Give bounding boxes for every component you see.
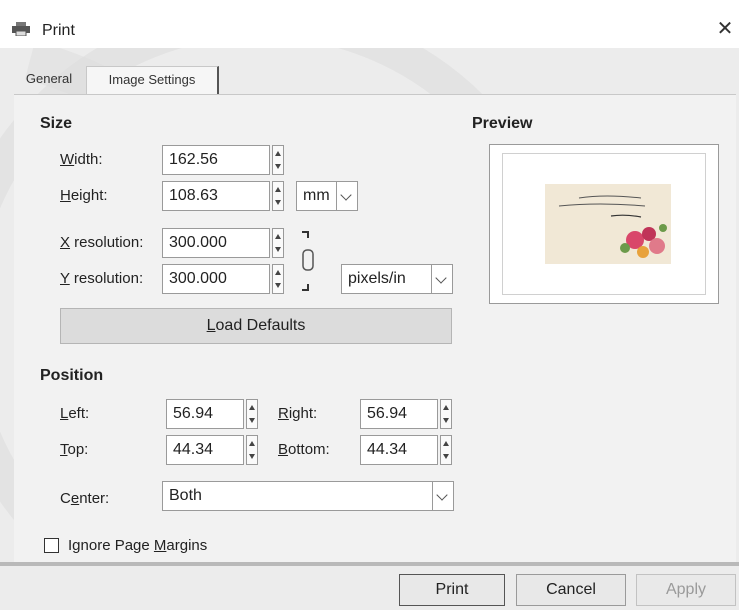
width-input[interactable]: 162.56 xyxy=(162,145,270,175)
center-label: Center: xyxy=(60,490,110,507)
resolution-unit-value: pixels/in xyxy=(348,270,406,287)
top-input[interactable]: 44.34 xyxy=(166,435,244,465)
x-resolution-spinner[interactable] xyxy=(272,228,284,258)
preview-page xyxy=(502,153,706,295)
center-value: Both xyxy=(169,487,202,504)
y-resolution-input[interactable]: 300.000 xyxy=(162,264,270,294)
print-button[interactable]: Print xyxy=(399,574,505,606)
apply-button[interactable]: Apply xyxy=(636,574,736,606)
close-icon[interactable]: ✕ xyxy=(717,18,734,40)
bottom-spinner[interactable] xyxy=(440,435,452,465)
chain-link-icon[interactable] xyxy=(298,230,318,292)
preview-thumbnail xyxy=(545,184,671,264)
size-unit-select[interactable]: mm xyxy=(296,181,358,211)
x-resolution-input[interactable]: 300.000 xyxy=(162,228,270,258)
left-input[interactable]: 56.94 xyxy=(166,399,244,429)
bottom-input[interactable]: 44.34 xyxy=(360,435,438,465)
preview-frame xyxy=(489,144,719,304)
right-input[interactable]: 56.94 xyxy=(360,399,438,429)
height-spinner[interactable] xyxy=(272,181,284,211)
left-spinner[interactable] xyxy=(246,399,258,429)
position-section-title: Position xyxy=(40,367,104,384)
ignore-margins-label[interactable]: Ignore Page Margins xyxy=(68,537,207,554)
right-label: Right: xyxy=(278,405,318,422)
width-spinner[interactable] xyxy=(272,145,284,175)
center-select[interactable]: Both xyxy=(162,481,454,511)
resolution-unit-select[interactable]: pixels/in xyxy=(341,264,453,294)
preview-title: Preview xyxy=(472,115,533,132)
top-spinner[interactable] xyxy=(246,435,258,465)
title-bar: Print ✕ xyxy=(0,0,739,48)
x-resolution-label: X resolution: xyxy=(60,234,144,251)
chevron-down-icon[interactable] xyxy=(431,265,452,293)
height-label: Height: xyxy=(60,187,108,204)
size-unit-value: mm xyxy=(303,187,330,204)
load-defaults-button[interactable]: Load Defaults xyxy=(60,308,452,344)
height-input[interactable]: 108.63 xyxy=(162,181,270,211)
close-button[interactable]: ✕ xyxy=(714,18,736,40)
y-resolution-label: Y resolution: xyxy=(60,270,144,287)
cancel-button[interactable]: Cancel xyxy=(516,574,626,606)
tab-image-settings[interactable]: Image Settings xyxy=(86,66,219,94)
bottom-label: Bottom: xyxy=(278,441,330,458)
top-label: Top: xyxy=(60,441,89,458)
ignore-margins-checkbox[interactable] xyxy=(44,538,59,553)
footer-bar xyxy=(0,566,739,610)
window-title: Print xyxy=(42,22,75,39)
chevron-down-icon[interactable] xyxy=(432,482,453,510)
left-label: Left: xyxy=(60,405,90,422)
right-spinner[interactable] xyxy=(440,399,452,429)
y-resolution-spinner[interactable] xyxy=(272,264,284,294)
tab-general[interactable]: General xyxy=(14,66,84,92)
size-section-title: Size xyxy=(40,115,73,132)
width-label: Width: xyxy=(60,151,103,168)
chevron-down-icon[interactable] xyxy=(336,182,357,210)
printer-icon xyxy=(12,22,30,36)
